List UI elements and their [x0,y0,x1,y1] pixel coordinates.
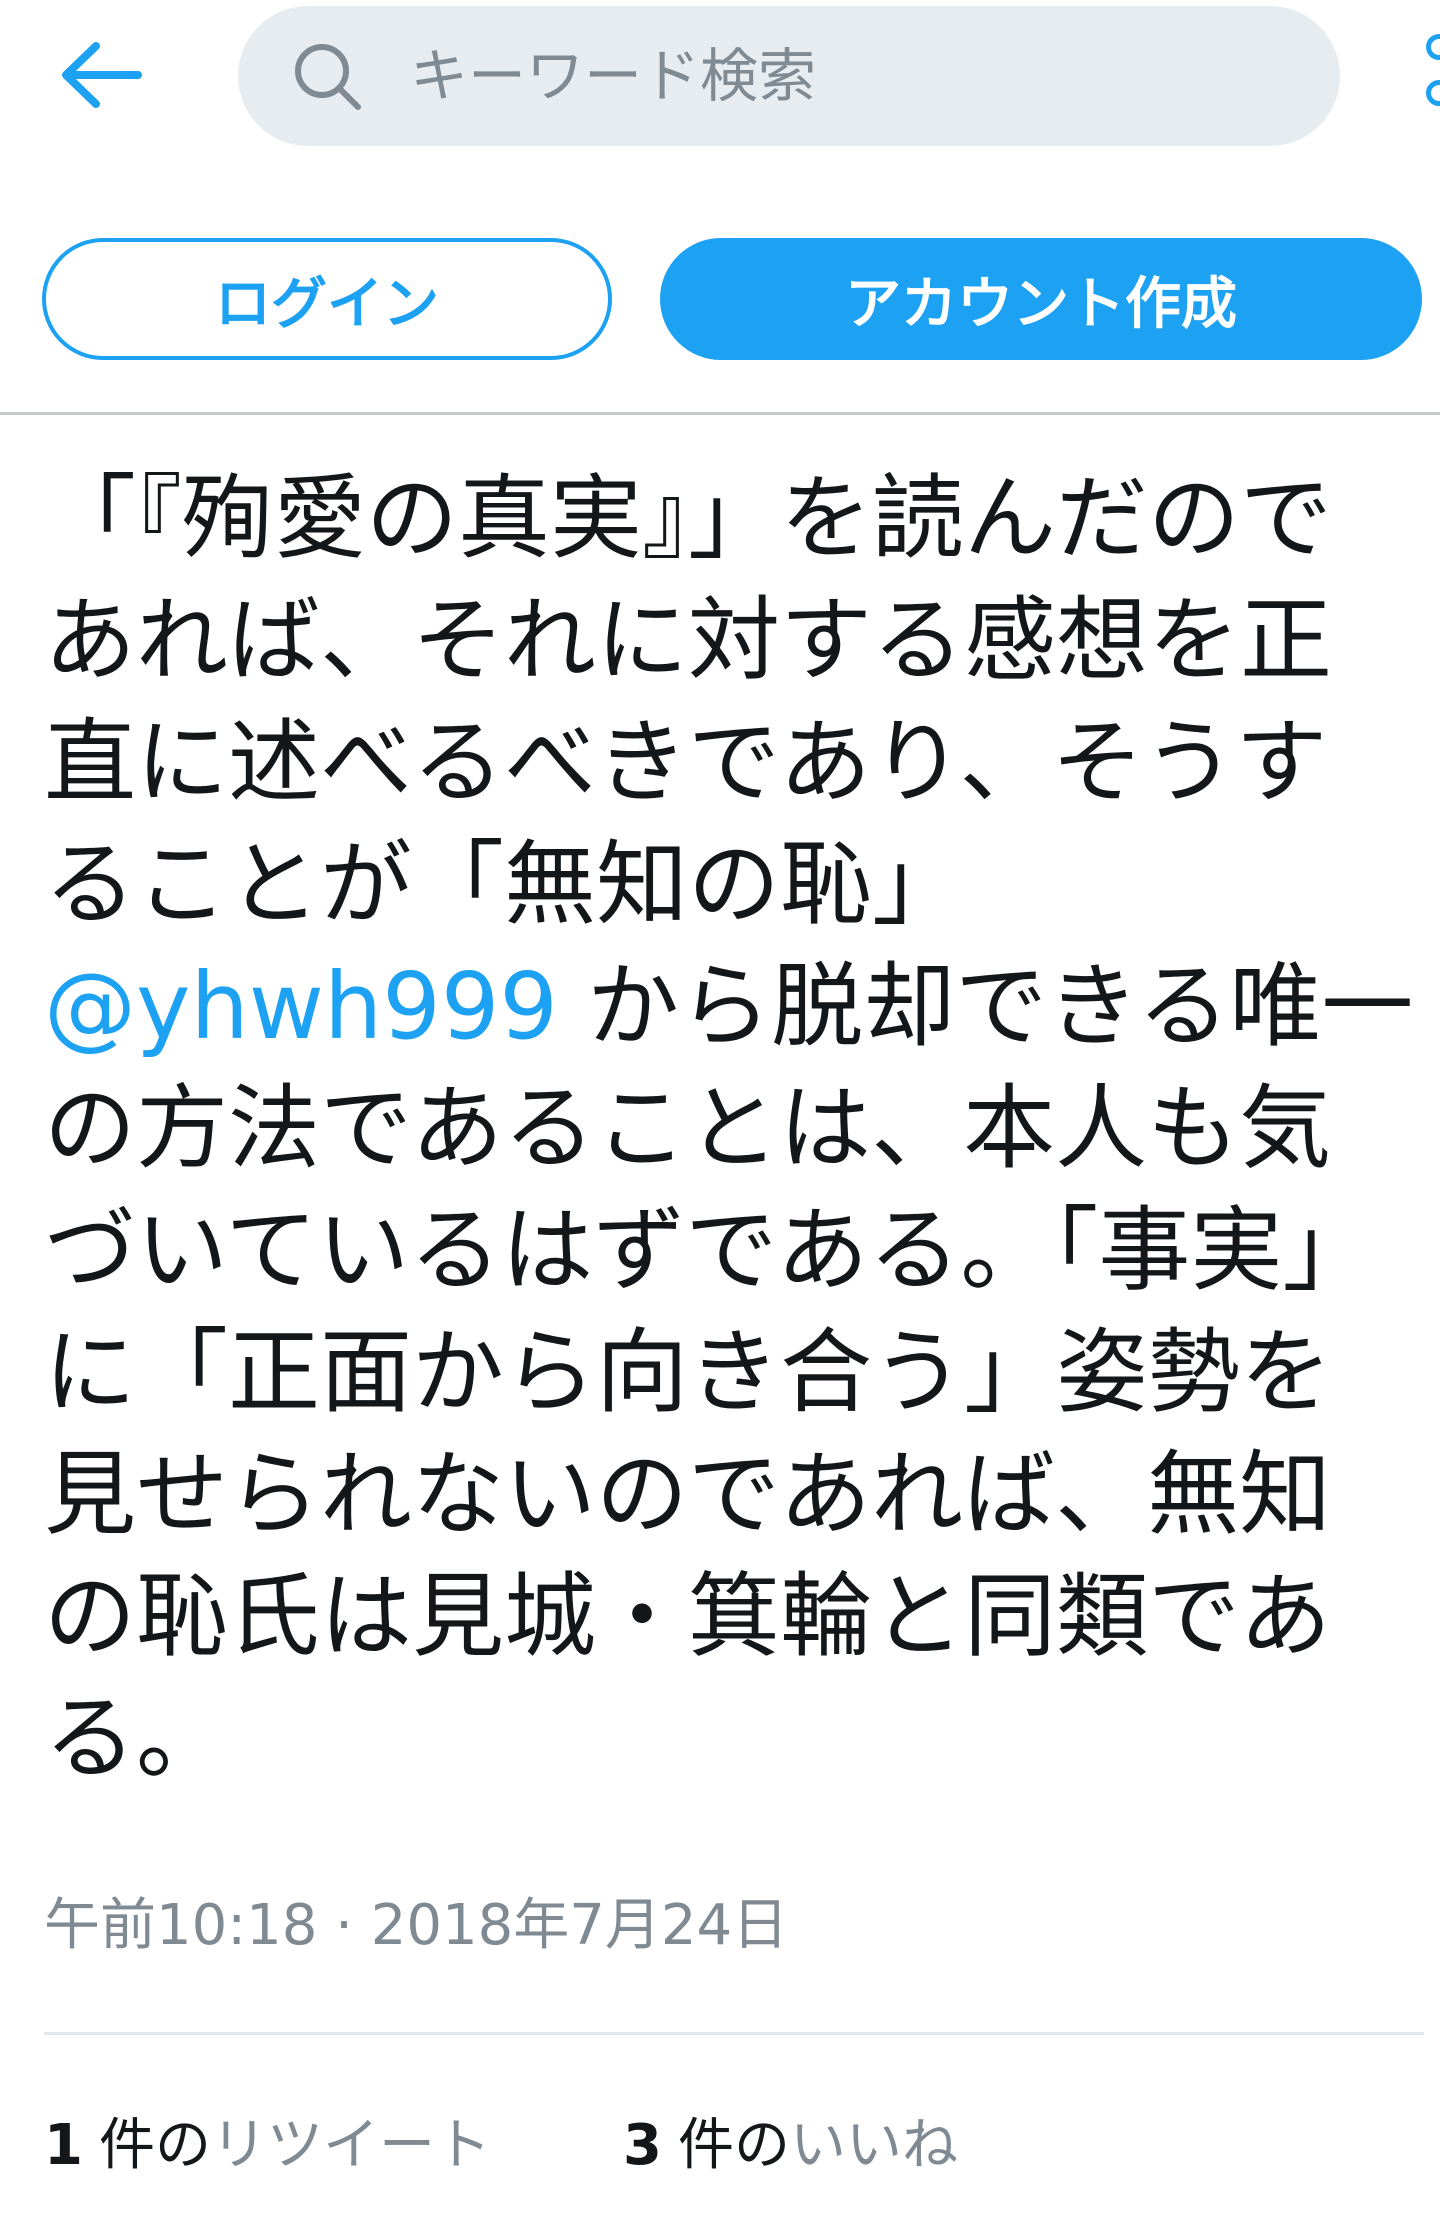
mention-link[interactable]: @yhwh999 [44,953,558,1060]
retweet-count-unit: 件の [98,2112,211,2178]
top-bar [0,0,1440,150]
more-vertical-icon [1426,34,1440,60]
retweet-count-number: 1 [44,2112,83,2178]
retweet-count-label: リツイート [210,2112,491,2178]
more-vertical-icon-dot [1426,80,1440,106]
tweet-text-part-2: から脱却できる唯一の方法であることは、本人も気づいているはずである。「事実」に「… [44,953,1414,1792]
search-icon [290,39,364,113]
tweet-text: 「『殉愛の真実』」を読んだのであれば、それに対する感想を正直に述べるべきであり、… [44,458,1414,1800]
header-divider [0,412,1440,415]
tweet-stats: 1 件の リツイート 3 件の いいね [44,2100,958,2180]
stats-divider [44,2032,1424,2035]
create-account-button[interactable]: アカウント作成 [660,238,1422,360]
tweet-timestamp[interactable]: 午前10:18 · 2018年7月24日 [44,1880,788,1961]
more-options-button[interactable] [1422,28,1440,138]
like-count-number: 3 [622,2112,662,2178]
retweet-count[interactable]: 1 件の リツイート [44,2100,491,2181]
back-button[interactable] [50,30,150,120]
search-bar[interactable] [238,6,1340,146]
like-count-unit: 件の [677,2112,790,2178]
like-count-label: いいね [789,2112,958,2178]
auth-buttons: ログイン アカウント作成 [0,238,1440,364]
search-input[interactable] [410,42,1230,110]
tweet-text-part-1: 「『殉愛の真実』」を読んだのであれば、それに対する感想を正直に述べるべきであり、… [44,465,1333,938]
like-count[interactable]: 3 件の いいね [623,2100,958,2181]
arrow-left-icon [62,42,142,108]
login-button[interactable]: ログイン [42,238,612,360]
